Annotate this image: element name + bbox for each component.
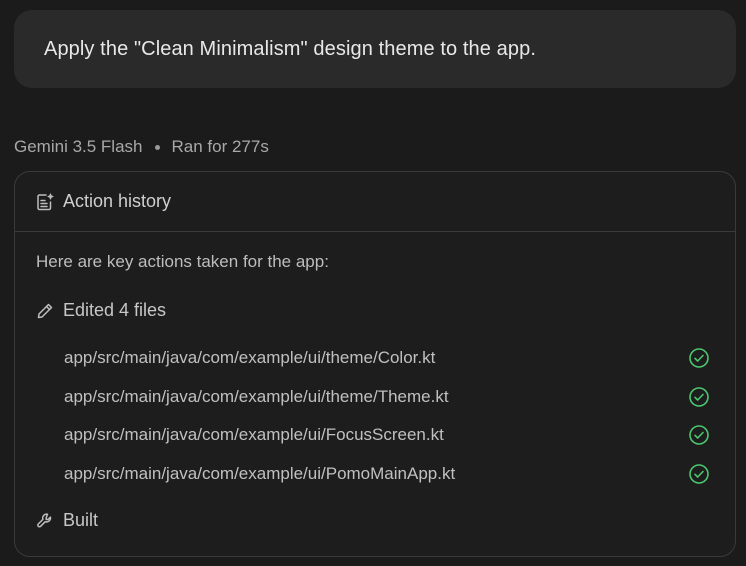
action-history-card: Action history Here are key actions take… — [14, 171, 736, 557]
wrench-icon — [35, 511, 55, 531]
built-label: Built — [63, 510, 99, 530]
history-intro-text: Here are key actions taken for the app: — [36, 252, 329, 271]
notes-sparkle-icon — [35, 192, 55, 212]
check-circle-icon — [688, 424, 710, 446]
file-path[interactable]: app/src/main/java/com/example/ui/PomoMai… — [64, 464, 455, 484]
pencil-icon — [35, 301, 55, 321]
action-history-title: Action history — [63, 191, 172, 211]
check-circle-icon — [688, 386, 710, 408]
model-name: Gemini 3.5 Flash — [14, 137, 143, 156]
file-path[interactable]: app/src/main/java/com/example/ui/theme/T… — [64, 387, 449, 407]
file-path[interactable]: app/src/main/java/com/example/ui/theme/C… — [64, 348, 435, 368]
edited-files-label: Edited 4 files — [63, 300, 167, 320]
run-time: Ran for 277s — [171, 137, 269, 156]
file-item[interactable]: app/src/main/java/com/example/ui/PomoMai… — [64, 455, 710, 494]
run-meta: Gemini 3.5 Flash Ran for 277s — [14, 135, 269, 159]
separator-dot — [154, 144, 160, 150]
chat-page: Apply the "Clean Minimalism" design them… — [0, 0, 746, 566]
user-prompt-text: Apply the "Clean Minimalism" design them… — [44, 37, 536, 60]
check-circle-icon — [688, 463, 710, 485]
file-item[interactable]: app/src/main/java/com/example/ui/FocusSc… — [64, 416, 710, 455]
file-item[interactable]: app/src/main/java/com/example/ui/theme/T… — [64, 378, 710, 417]
action-history-header[interactable]: Action history — [15, 172, 735, 232]
built-row[interactable]: Built — [35, 510, 98, 531]
edited-file-list: app/src/main/java/com/example/ui/theme/C… — [64, 339, 710, 493]
edited-files-row[interactable]: Edited 4 files — [35, 300, 166, 321]
check-circle-icon — [688, 347, 710, 369]
file-path[interactable]: app/src/main/java/com/example/ui/FocusSc… — [64, 425, 444, 445]
user-prompt-bubble: Apply the "Clean Minimalism" design them… — [14, 10, 736, 88]
file-item[interactable]: app/src/main/java/com/example/ui/theme/C… — [64, 339, 710, 378]
